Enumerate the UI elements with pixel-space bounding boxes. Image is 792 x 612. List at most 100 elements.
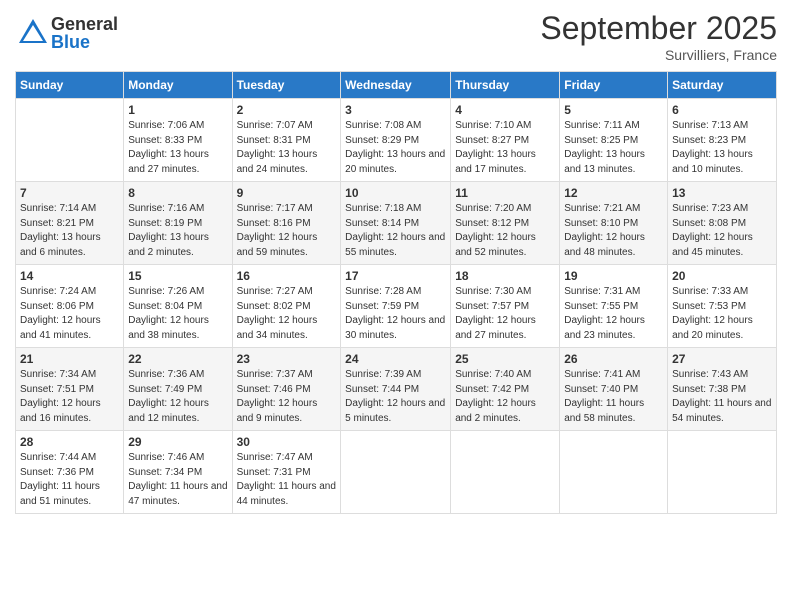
day-info: Sunrise: 7:31 AMSunset: 7:55 PMDaylight:… (564, 285, 663, 343)
day-number: 22 (128, 352, 227, 366)
day-info: Sunrise: 7:26 AMSunset: 8:04 PMDaylight:… (128, 285, 227, 343)
calendar-cell (560, 431, 668, 514)
day-info: Sunrise: 7:11 AMSunset: 8:25 PMDaylight:… (564, 119, 663, 177)
day-info: Sunrise: 7:20 AMSunset: 8:12 PMDaylight:… (455, 202, 555, 260)
day-info: Sunrise: 7:36 AMSunset: 7:49 PMDaylight:… (128, 368, 227, 426)
day-number: 18 (455, 269, 555, 283)
calendar-cell: 19 Sunrise: 7:31 AMSunset: 7:55 PMDayligh… (560, 265, 668, 348)
day-info: Sunrise: 7:39 AMSunset: 7:44 PMDaylight:… (345, 368, 446, 426)
header-saturday: Saturday (668, 72, 777, 99)
calendar-cell: 30Sunrise: 7:47 AMSunset: 7:31 PMDayligh… (232, 431, 341, 514)
day-number: 14 (20, 269, 119, 283)
day-number: 24 (345, 352, 446, 366)
calendar-cell: 22 Sunrise: 7:36 AMSunset: 7:49 PMDayligh… (124, 348, 232, 431)
header-tuesday: Tuesday (232, 72, 341, 99)
day-number: 20 (672, 269, 772, 283)
day-number: 12 (564, 186, 663, 200)
calendar-week-row: 7 Sunrise: 7:14 AMSunset: 8:21 PMDaylight… (16, 182, 777, 265)
day-info: Sunrise: 7:16 AMSunset: 8:19 PMDaylight:… (128, 202, 227, 260)
calendar-cell: 4 Sunrise: 7:10 AMSunset: 8:27 PMDaylight… (451, 99, 560, 182)
day-info: Sunrise: 7:13 AMSunset: 8:23 PMDaylight:… (672, 119, 772, 177)
calendar-cell: 10Sunrise: 7:18 AMSunset: 8:14 PMDayligh… (341, 182, 451, 265)
day-number: 13 (672, 186, 772, 200)
calendar-cell: 2 Sunrise: 7:07 AMSunset: 8:31 PMDaylight… (232, 99, 341, 182)
calendar-week-row: 21Sunrise: 7:34 AMSunset: 7:51 PMDayligh… (16, 348, 777, 431)
calendar-cell: 7 Sunrise: 7:14 AMSunset: 8:21 PMDaylight… (16, 182, 124, 265)
calendar-cell: 3 Sunrise: 7:08 AMSunset: 8:29 PMDaylight… (341, 99, 451, 182)
calendar-cell: 27 Sunrise: 7:43 AMSunset: 7:38 PMDayligh… (668, 348, 777, 431)
calendar-cell: 26Sunrise: 7:41 AMSunset: 7:40 PMDayligh… (560, 348, 668, 431)
calendar-cell: 11 Sunrise: 7:20 AMSunset: 8:12 PMDayligh… (451, 182, 560, 265)
day-info: Sunrise: 7:06 AMSunset: 8:33 PMDaylight:… (128, 119, 227, 177)
calendar-cell: 8 Sunrise: 7:16 AMSunset: 8:19 PMDaylight… (124, 182, 232, 265)
header-thursday: Thursday (451, 72, 560, 99)
day-info: Sunrise: 7:43 AMSunset: 7:38 PMDaylight:… (672, 368, 772, 426)
day-number: 2 (237, 103, 337, 117)
calendar-week-row: 28Sunrise: 7:44 AMSunset: 7:36 PMDayligh… (16, 431, 777, 514)
calendar-cell: 14Sunrise: 7:24 AMSunset: 8:06 PMDayligh… (16, 265, 124, 348)
calendar-cell: 18 Sunrise: 7:30 AMSunset: 7:57 PMDayligh… (451, 265, 560, 348)
day-info: Sunrise: 7:40 AMSunset: 7:42 PMDaylight:… (455, 368, 555, 426)
day-number: 25 (455, 352, 555, 366)
day-number: 29 (128, 435, 227, 449)
calendar-cell: 12 Sunrise: 7:21 AMSunset: 8:10 PMDayligh… (560, 182, 668, 265)
calendar-cell (16, 99, 124, 182)
day-info: Sunrise: 7:33 AMSunset: 7:53 PMDaylight:… (672, 285, 772, 343)
calendar-cell: 23 Sunrise: 7:37 AMSunset: 7:46 PMDayligh… (232, 348, 341, 431)
day-number: 26 (564, 352, 663, 366)
day-info: Sunrise: 7:30 AMSunset: 7:57 PMDaylight:… (455, 285, 555, 343)
month-title: September 2025 (540, 10, 777, 47)
calendar-cell: 29 Sunrise: 7:46 AMSunset: 7:34 PMDayligh… (124, 431, 232, 514)
calendar-cell (341, 431, 451, 514)
day-info: Sunrise: 7:21 AMSunset: 8:10 PMDaylight:… (564, 202, 663, 260)
day-number: 30 (237, 435, 337, 449)
calendar-cell: 25 Sunrise: 7:40 AMSunset: 7:42 PMDayligh… (451, 348, 560, 431)
day-info: Sunrise: 7:14 AMSunset: 8:21 PMDaylight:… (20, 202, 119, 260)
day-number: 4 (455, 103, 555, 117)
header-friday: Friday (560, 72, 668, 99)
calendar-cell: 16Sunrise: 7:27 AMSunset: 8:02 PMDayligh… (232, 265, 341, 348)
logo-icon (15, 15, 51, 51)
header-sunday: Sunday (16, 72, 124, 99)
day-number: 19 (564, 269, 663, 283)
calendar-cell: 6 Sunrise: 7:13 AMSunset: 8:23 PMDaylight… (668, 99, 777, 182)
calendar-cell: 15 Sunrise: 7:26 AMSunset: 8:04 PMDayligh… (124, 265, 232, 348)
day-info: Sunrise: 7:46 AMSunset: 7:34 PMDaylight:… (128, 451, 227, 509)
day-info: Sunrise: 7:18 AMSunset: 8:14 PMDaylight:… (345, 202, 446, 260)
day-number: 27 (672, 352, 772, 366)
day-number: 11 (455, 186, 555, 200)
logo-general: General (51, 15, 118, 33)
calendar-cell: 20 Sunrise: 7:33 AMSunset: 7:53 PMDayligh… (668, 265, 777, 348)
day-info: Sunrise: 7:08 AMSunset: 8:29 PMDaylight:… (345, 119, 446, 177)
day-info: Sunrise: 7:17 AMSunset: 8:16 PMDaylight:… (237, 202, 337, 260)
header-monday: Monday (124, 72, 232, 99)
calendar-cell (668, 431, 777, 514)
calendar-week-row: 14Sunrise: 7:24 AMSunset: 8:06 PMDayligh… (16, 265, 777, 348)
location-subtitle: Survilliers, France (540, 47, 777, 63)
calendar-cell: 24 Sunrise: 7:39 AMSunset: 7:44 PMDayligh… (341, 348, 451, 431)
day-info: Sunrise: 7:34 AMSunset: 7:51 PMDaylight:… (20, 368, 119, 426)
day-number: 16 (237, 269, 337, 283)
header-wednesday: Wednesday (341, 72, 451, 99)
day-info: Sunrise: 7:07 AMSunset: 8:31 PMDaylight:… (237, 119, 337, 177)
day-info: Sunrise: 7:28 AMSunset: 7:59 PMDaylight:… (345, 285, 446, 343)
logo-blue: Blue (51, 33, 118, 51)
title-block: September 2025 Survilliers, France (540, 10, 777, 63)
day-info: Sunrise: 7:44 AMSunset: 7:36 PMDaylight:… (20, 451, 119, 509)
day-number: 17 (345, 269, 446, 283)
day-number: 7 (20, 186, 119, 200)
day-info: Sunrise: 7:23 AMSunset: 8:08 PMDaylight:… (672, 202, 772, 260)
day-number: 8 (128, 186, 227, 200)
day-info: Sunrise: 7:10 AMSunset: 8:27 PMDaylight:… (455, 119, 555, 177)
day-number: 23 (237, 352, 337, 366)
day-number: 15 (128, 269, 227, 283)
logo: General Blue (15, 15, 118, 51)
calendar-cell: 1 Sunrise: 7:06 AMSunset: 8:33 PMDaylight… (124, 99, 232, 182)
logo-text: General Blue (51, 15, 118, 51)
calendar-table: SundayMondayTuesdayWednesdayThursdayFrid… (15, 71, 777, 514)
page-header: General Blue September 2025 Survilliers,… (15, 10, 777, 63)
day-info: Sunrise: 7:37 AMSunset: 7:46 PMDaylight:… (237, 368, 337, 426)
day-number: 1 (128, 103, 227, 117)
day-number: 3 (345, 103, 446, 117)
day-number: 6 (672, 103, 772, 117)
